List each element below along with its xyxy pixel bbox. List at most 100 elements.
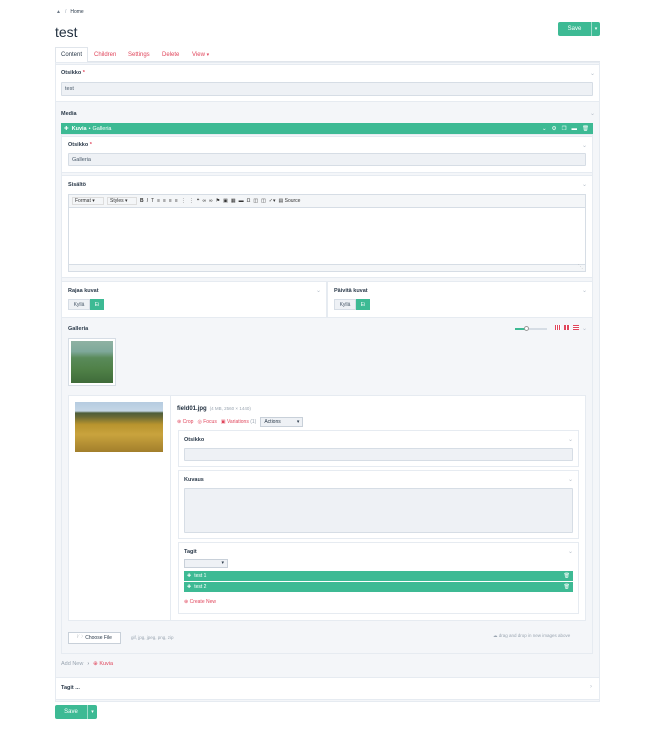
align-center-icon[interactable]: ≡	[163, 198, 166, 204]
zoom-slider[interactable]	[515, 326, 547, 331]
bold-button[interactable]: B	[140, 198, 144, 204]
tab-view[interactable]: View ▾	[192, 52, 209, 58]
breadcrumb-home[interactable]: Home	[70, 9, 83, 15]
save-button[interactable]: Save	[55, 705, 87, 719]
italic-button[interactable]: I	[147, 198, 148, 204]
collapse-icon[interactable]: ⌄	[582, 325, 587, 332]
tab-settings[interactable]: Settings	[128, 52, 150, 58]
table-icon[interactable]: ▦	[231, 198, 236, 204]
create-new-link[interactable]: ⊕ Create New	[184, 599, 216, 605]
collapse-icon[interactable]: ⌄	[582, 142, 587, 149]
grid-large-icon[interactable]	[564, 325, 570, 330]
resize-handle-icon[interactable]: ⋱	[578, 264, 583, 270]
unlink-icon[interactable]: ∞	[209, 198, 213, 204]
paste-text-icon[interactable]: ◫	[253, 198, 258, 204]
variations-icon: ▣	[220, 419, 226, 425]
paivita-toggle[interactable]: Kyllä Ei	[334, 299, 370, 310]
link-icon[interactable]: ∞	[202, 198, 206, 204]
kuvia-block-header[interactable]: ✚ Kuvia • Galleria ⌄ ⚙ ❐ ▬ 🗑	[61, 123, 593, 134]
cloud-upload-icon: ☁	[493, 633, 498, 638]
align-left-icon[interactable]: ≡	[157, 198, 160, 204]
special-char-icon[interactable]: Ω	[247, 198, 251, 204]
align-justify-icon[interactable]: ≡	[175, 198, 178, 204]
collapse-icon[interactable]: ⌄	[568, 476, 573, 483]
hr-icon[interactable]: ▬	[239, 198, 244, 204]
trash-icon[interactable]: 🗑	[582, 126, 589, 132]
image-icon[interactable]: ▣	[223, 198, 228, 204]
numbered-list-icon[interactable]: ⋮	[181, 198, 186, 204]
editor-toolbar: Format ▾ Styles ▾ B I T ≡ ≡ ≡ ≡ ⋮ ⋮ ❝ ∞ …	[69, 195, 585, 208]
variations-link[interactable]: ▣ Variations (1)	[221, 419, 257, 425]
tag-item[interactable]: ✚ test 1 🗑	[184, 571, 573, 581]
chevron-down-icon: ▾	[594, 26, 598, 32]
file-otsikko-input[interactable]	[184, 448, 573, 461]
drag-handle-icon[interactable]: ✚	[187, 573, 191, 579]
paste-word-icon[interactable]: ◫	[261, 198, 266, 204]
trash-icon[interactable]: 🗑	[564, 573, 570, 579]
format-select[interactable]: Format ▾	[72, 197, 104, 205]
paivita-no[interactable]: Ei	[356, 299, 370, 310]
gear-icon[interactable]: ⚙	[552, 126, 557, 132]
save-dropdown-button[interactable]: ▾	[591, 22, 600, 36]
plus-circle-icon: ⊕	[93, 661, 98, 667]
chevron-down-icon: ▾	[296, 419, 300, 425]
save-dropdown-button[interactable]: ▾	[87, 705, 97, 719]
editor-body[interactable]	[69, 208, 585, 264]
styles-select[interactable]: Styles ▾	[107, 197, 137, 205]
tab-children[interactable]: Children	[94, 52, 116, 58]
media-label: Media	[61, 111, 77, 117]
choose-file-button[interactable]: 🗁 Choose File	[68, 632, 121, 644]
folder-icon: 🗁	[77, 634, 84, 640]
rajaa-no[interactable]: Ei	[90, 299, 104, 310]
editor-statusbar: ⋱	[69, 264, 585, 271]
zoom-slider-handle[interactable]	[524, 326, 529, 331]
chevron-right-icon: ›	[87, 661, 90, 667]
kuvaus-textarea[interactable]	[184, 488, 573, 533]
collapse-icon[interactable]: ⌄	[568, 548, 573, 555]
home-icon[interactable]: ▲	[56, 9, 61, 15]
rajaa-yes[interactable]: Kyllä	[68, 299, 90, 310]
collapse-icon[interactable]: ⌄	[590, 70, 595, 77]
gallery-thumbnail[interactable]	[68, 338, 116, 386]
copy-icon[interactable]: ❐	[562, 126, 567, 132]
block-otsikko-input[interactable]: Galleria	[68, 153, 586, 166]
paivita-yes[interactable]: Kyllä	[334, 299, 356, 310]
add-kuvia-button[interactable]: ⊕ Kuvia	[93, 661, 113, 667]
spellcheck-icon[interactable]: ✓▾	[269, 198, 276, 204]
tab-delete[interactable]: Delete	[162, 52, 179, 58]
drag-handle-icon[interactable]: ✚	[64, 126, 69, 132]
save-button[interactable]: Save	[558, 22, 591, 36]
anchor-flag-icon[interactable]: ⚑	[216, 198, 220, 204]
collapse-icon[interactable]: ⌄	[316, 287, 321, 294]
collapse-icon[interactable]: ⌄	[542, 126, 547, 132]
crop-link[interactable]: ⊛ Crop	[177, 419, 193, 425]
collapse-icon[interactable]: ⌄	[582, 287, 587, 294]
tag-select[interactable]: ▾	[184, 559, 228, 568]
clear-format-button[interactable]: T	[151, 198, 154, 204]
focus-link[interactable]: ◎ Focus	[197, 419, 216, 425]
otsikko-input[interactable]: test	[61, 82, 593, 96]
collapse-icon[interactable]: ⌄	[582, 181, 587, 188]
tag-item[interactable]: ✚ test 2 🗑	[184, 582, 573, 592]
tagit-collapsed-label: Tagit ...	[61, 685, 80, 691]
bullet-list-icon[interactable]: ⋮	[189, 198, 194, 204]
toggle-icon[interactable]: ▬	[572, 126, 578, 132]
quote-icon[interactable]: ❝	[197, 198, 200, 204]
drag-handle-icon[interactable]: ✚	[187, 584, 191, 590]
source-button[interactable]: ▤ Source	[279, 198, 301, 204]
chevron-right-icon[interactable]: ›	[590, 684, 592, 690]
trash-icon[interactable]: 🗑	[564, 584, 570, 590]
align-right-icon[interactable]: ≡	[169, 198, 172, 204]
rajaa-toggle[interactable]: Kyllä Ei	[68, 299, 104, 310]
tab-content[interactable]: Content	[55, 47, 88, 62]
tagit-collapsed-section[interactable]	[55, 677, 600, 700]
crop-icon: ⊛	[177, 419, 182, 425]
collapse-icon[interactable]: ⌄	[568, 436, 573, 443]
collapse-icon[interactable]: ⌄	[590, 110, 595, 117]
block-sep: •	[88, 125, 91, 132]
list-icon[interactable]	[573, 325, 579, 330]
grid-small-icon[interactable]	[555, 325, 561, 330]
page-title: test	[55, 24, 78, 40]
actions-select[interactable]: Actions ▾	[260, 417, 304, 427]
file-name[interactable]: field01.jpg	[177, 406, 207, 412]
